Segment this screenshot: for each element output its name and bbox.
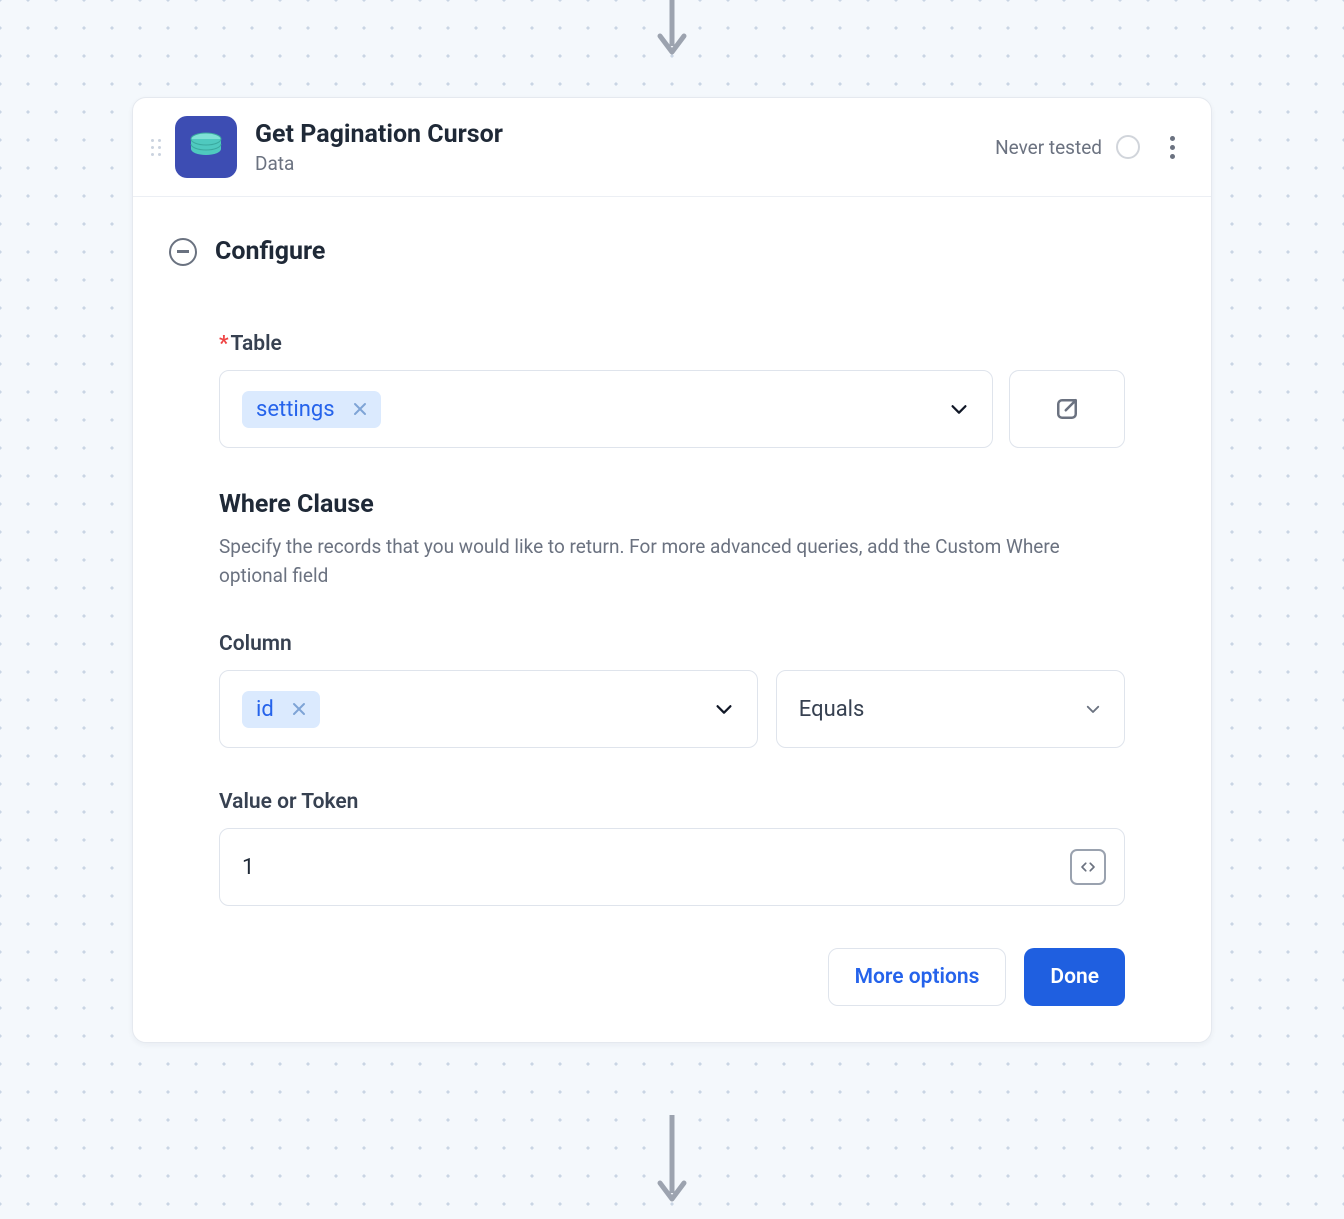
chevron-down-icon (713, 698, 735, 720)
column-label: Column (219, 632, 1125, 656)
table-select[interactable]: settings (219, 370, 993, 448)
kebab-menu-button[interactable] (1164, 130, 1181, 165)
table-chip-text: settings (256, 397, 335, 422)
operator-text: Equals (799, 697, 865, 722)
node-subtitle: Data (255, 152, 995, 175)
value-input[interactable]: 1 (219, 828, 1125, 906)
flow-arrow-out (652, 1115, 692, 1219)
node-card: Get Pagination Cursor Data Never tested … (132, 97, 1212, 1043)
column-select[interactable]: id (219, 670, 758, 748)
code-mode-button[interactable] (1070, 849, 1106, 885)
close-icon[interactable] (353, 400, 367, 419)
external-link-icon (1052, 394, 1082, 424)
drag-handle-icon[interactable] (151, 139, 161, 156)
more-options-button[interactable]: More options (828, 948, 1007, 1006)
where-clause-desc: Specify the records that you would like … (219, 533, 1099, 590)
status-indicator-icon (1116, 135, 1140, 159)
test-status-label: Never tested (995, 136, 1102, 159)
table-chip[interactable]: settings (242, 391, 381, 428)
value-label: Value or Token (219, 790, 1125, 814)
close-icon[interactable] (292, 700, 306, 719)
more-options-label: More options (855, 965, 980, 989)
done-label: Done (1050, 965, 1099, 989)
chevron-down-icon (1084, 700, 1102, 718)
configure-section-header: Configure (133, 197, 1211, 274)
operator-select[interactable]: Equals (776, 670, 1125, 748)
flow-arrow-in (652, 0, 692, 72)
value-text: 1 (242, 855, 254, 880)
done-button[interactable]: Done (1024, 948, 1125, 1006)
chevron-down-icon (948, 398, 970, 420)
node-title: Get Pagination Cursor (255, 120, 995, 150)
table-label: Table (219, 332, 1125, 356)
where-clause-title: Where Clause (219, 490, 1125, 519)
collapse-toggle-icon[interactable] (169, 238, 197, 266)
configure-heading: Configure (215, 237, 325, 266)
open-external-button[interactable] (1009, 370, 1125, 448)
code-icon (1079, 858, 1097, 876)
column-chip-text: id (256, 697, 274, 722)
column-chip[interactable]: id (242, 691, 320, 728)
data-node-icon (175, 116, 237, 178)
card-header: Get Pagination Cursor Data Never tested (133, 98, 1211, 197)
